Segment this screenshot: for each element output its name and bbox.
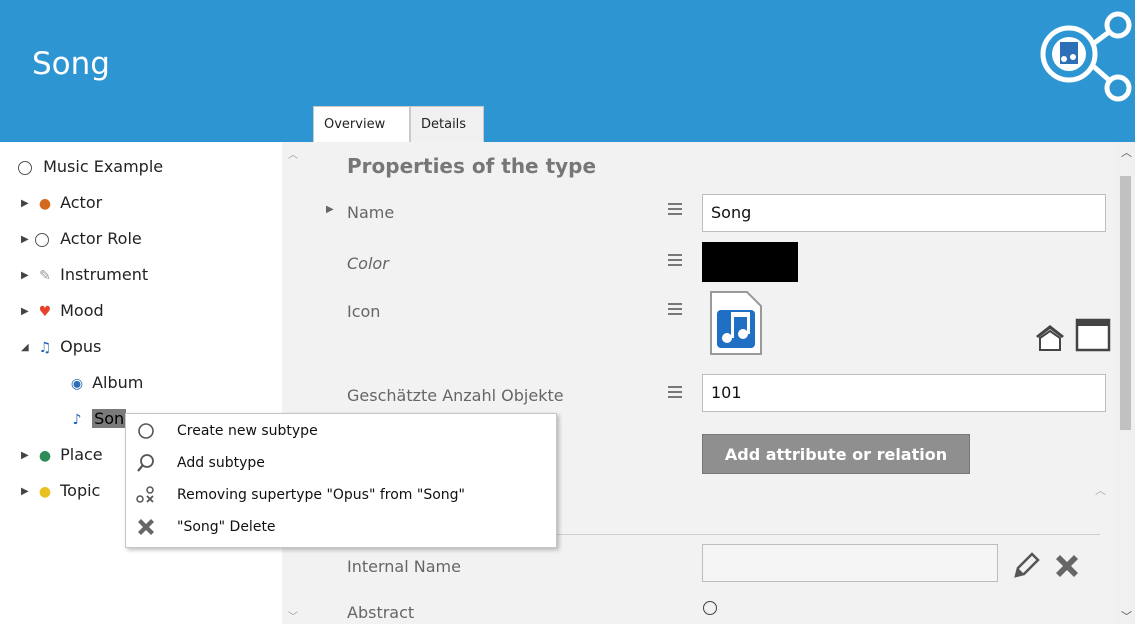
- song-type-icon[interactable]: [707, 290, 765, 358]
- count-field[interactable]: 101: [702, 374, 1106, 412]
- count-label: Geschätzte Anzahl Objekte: [347, 386, 564, 405]
- music-file-icon: ♪: [72, 411, 82, 428]
- section-title: Properties of the type: [347, 154, 597, 178]
- expand-arrow-icon[interactable]: ▶: [21, 228, 35, 252]
- tree-item-place[interactable]: ▶ ● Place: [21, 443, 103, 467]
- pencil-icon[interactable]: [1012, 550, 1042, 580]
- context-menu: Create new subtype Add subtype Removing …: [125, 413, 557, 548]
- tree-item-mood[interactable]: ▶ ♥ Mood: [21, 299, 104, 323]
- scroll-thumb[interactable]: [1120, 176, 1131, 430]
- menu-item-remove-supertype[interactable]: Removing supertype "Opus" from "Song": [126, 480, 556, 510]
- field-menu-icon[interactable]: [668, 251, 682, 269]
- expand-arrow-icon[interactable]: ▶: [21, 480, 35, 504]
- graph-logo-icon: [1040, 11, 1132, 102]
- icon-label: Icon: [347, 302, 381, 321]
- menu-item-create-subtype[interactable]: Create new subtype: [126, 416, 556, 446]
- internal-name-label: Internal Name: [347, 557, 461, 576]
- music-note-icon: ♫: [38, 339, 52, 356]
- field-menu-icon[interactable]: [668, 200, 682, 218]
- tab-details[interactable]: Details: [410, 106, 484, 142]
- abstract-radio[interactable]: [703, 601, 717, 615]
- tree-item-topic[interactable]: ▶ ● Topic: [21, 479, 100, 503]
- circle-icon: [35, 232, 49, 247]
- name-field[interactable]: Song: [702, 194, 1106, 232]
- expand-arrow-icon[interactable]: ▶: [21, 192, 35, 216]
- actor-icon: ●: [38, 195, 52, 212]
- tree-item-instrument[interactable]: ▶ ✎ Instrument: [21, 263, 148, 287]
- home-icon[interactable]: [1034, 322, 1066, 352]
- field-menu-icon[interactable]: [668, 383, 682, 401]
- tree-item-opus[interactable]: ◢ ♫ Opus: [21, 335, 101, 359]
- wrench-icon: ✎: [39, 267, 51, 284]
- heart-icon: ♥: [38, 303, 52, 320]
- globe-icon: ●: [38, 447, 52, 464]
- search-icon: [137, 454, 154, 472]
- tree-scrollbar[interactable]: ︿ ﹀: [282, 142, 304, 624]
- add-attribute-button[interactable]: Add attribute or relation: [702, 434, 970, 474]
- scroll-up-icon[interactable]: ︿: [288, 146, 298, 161]
- name-label: Name: [347, 203, 395, 222]
- abstract-label: Abstract: [347, 603, 415, 622]
- window-icon[interactable]: [1075, 318, 1111, 352]
- lightbulb-icon: ●: [38, 483, 52, 500]
- expand-arrow-icon[interactable]: ▶: [21, 300, 35, 324]
- menu-item-delete[interactable]: "Song" Delete: [126, 512, 556, 542]
- collapse-section-icon[interactable]: ︿: [1095, 482, 1106, 498]
- color-label: Color: [347, 254, 389, 273]
- tree-item-album[interactable]: ◉ Album: [67, 371, 143, 395]
- tree-item-song[interactable]: ♪ Son: [67, 407, 127, 431]
- scroll-down-icon[interactable]: ﹀: [288, 608, 298, 623]
- tree-item-music-example[interactable]: Music Example: [18, 155, 163, 179]
- expand-arrow-icon[interactable]: ▶: [21, 444, 35, 468]
- panel-scrollbar[interactable]: ︿ ﹀: [1116, 142, 1135, 624]
- tab-overview[interactable]: Overview: [313, 106, 410, 142]
- scroll-down-icon[interactable]: ﹀: [1121, 608, 1132, 624]
- tree-item-actor-role[interactable]: ▶ Actor Role: [21, 227, 142, 251]
- field-menu-icon[interactable]: [668, 300, 682, 318]
- album-icon: ◉: [70, 375, 84, 392]
- collapse-arrow-icon[interactable]: ◢: [21, 336, 35, 360]
- clear-x-icon[interactable]: [1051, 550, 1083, 582]
- menu-item-add-subtype[interactable]: Add subtype: [126, 448, 556, 478]
- scroll-up-icon[interactable]: ︿: [1121, 144, 1132, 160]
- internal-name-field[interactable]: [702, 544, 998, 582]
- color-swatch[interactable]: [702, 242, 798, 282]
- header-bar: Song Overview Details: [0, 0, 1135, 142]
- delete-x-icon: [138, 519, 154, 535]
- tree-item-actor[interactable]: ▶ ● Actor: [21, 191, 102, 215]
- expand-arrow-icon[interactable]: ▶: [21, 264, 35, 288]
- unlink-icon: [136, 486, 154, 503]
- circle-icon: [18, 160, 32, 175]
- expand-arrow-icon[interactable]: ▶: [326, 204, 334, 215]
- circle-icon: [138, 423, 154, 439]
- type-tree: Music Example ▶ ● Actor ▶ Actor Role ▶ ✎ I…: [0, 142, 300, 624]
- page-title: Song: [32, 46, 110, 82]
